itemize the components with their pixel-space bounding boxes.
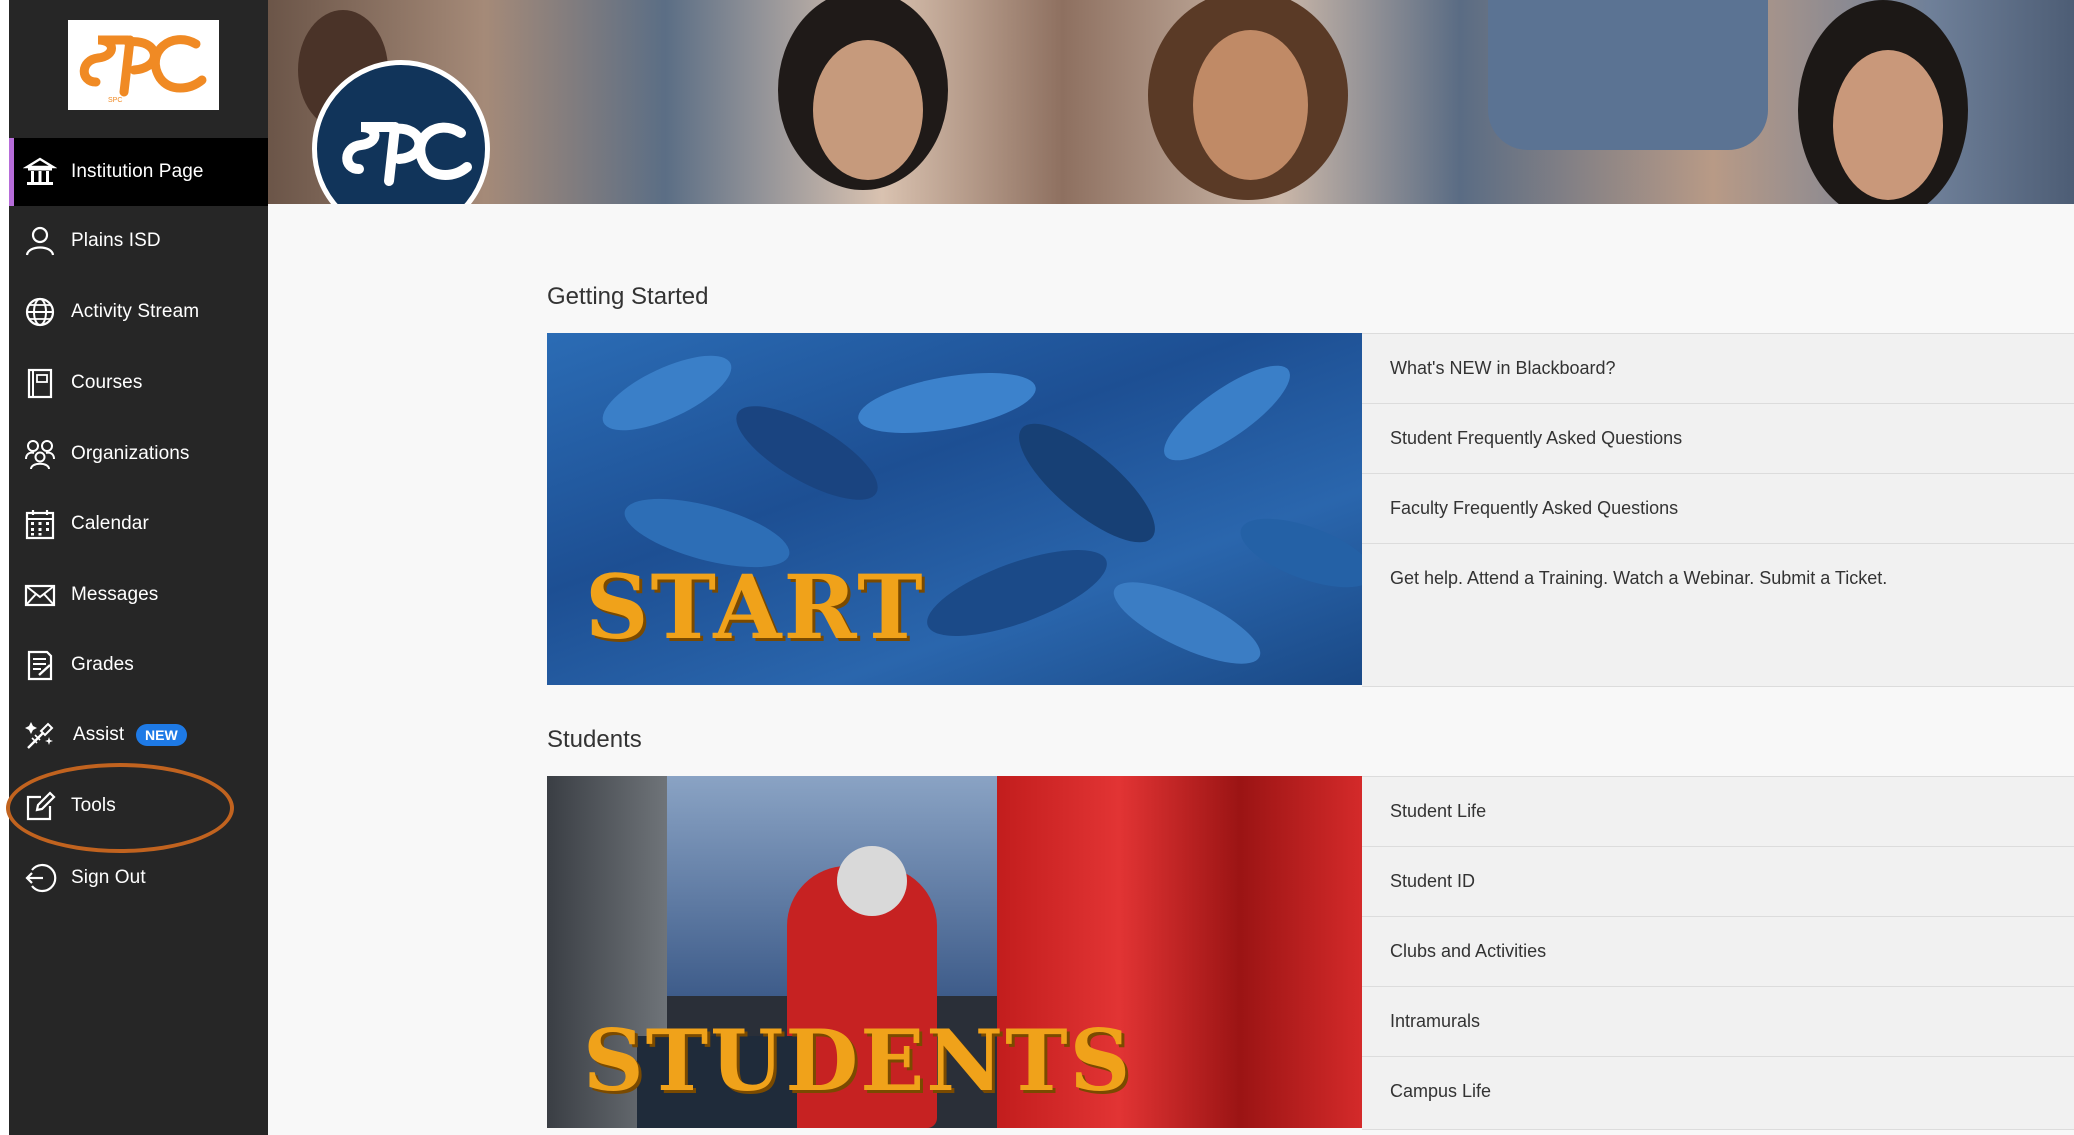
sidebar-item-label: Plains ISD: [71, 230, 161, 251]
sidebar-item-label: Tools: [71, 795, 116, 816]
sidebar-item-label: Calendar: [71, 513, 149, 534]
sidebar-item-grades[interactable]: Grades: [9, 631, 268, 699]
link-student-life[interactable]: Student Life: [1362, 777, 2074, 847]
photo-person: [1833, 50, 1943, 200]
link-campus-life[interactable]: Campus Life: [1362, 1057, 2074, 1126]
sidebar-item-label: Institution Page: [71, 161, 204, 182]
sidebar-item-messages[interactable]: Messages: [9, 561, 268, 629]
main-content: Getting Started START What's NEW in Blac…: [268, 204, 2074, 1135]
photo-background: [1488, 0, 1768, 150]
sidebar-item-assist[interactable]: Assist NEW: [9, 701, 268, 769]
sidebar: SPC Institution Page Plains ISD Activity…: [9, 0, 268, 1135]
new-badge: NEW: [136, 724, 187, 746]
user-icon: [23, 224, 57, 258]
sidebar-item-label: Assist: [73, 724, 125, 745]
spc-logo-mark: SPC: [73, 25, 214, 105]
sidebar-item-activity-stream[interactable]: Activity Stream: [9, 278, 268, 346]
students-image[interactable]: STUDENTS: [547, 776, 1362, 1128]
sidebar-item-tools[interactable]: Tools: [9, 772, 268, 840]
link-clubs-activities[interactable]: Clubs and Activities: [1362, 917, 2074, 987]
hero-banner: [268, 0, 2074, 204]
photo-welder-helmet: [837, 846, 907, 916]
link-student-faq[interactable]: Student Frequently Asked Questions: [1362, 404, 2074, 474]
link-whats-new[interactable]: What's NEW in Blackboard?: [1362, 334, 2074, 404]
sidebar-item-organizations[interactable]: Organizations: [9, 420, 268, 488]
getting-started-links: What's NEW in Blackboard? Student Freque…: [1362, 333, 2074, 687]
sidebar-item-label: Messages: [71, 584, 159, 605]
sidebar-item-label: Activity Stream: [71, 301, 200, 322]
getting-started-image[interactable]: START: [547, 333, 1362, 685]
sidebar-item-sign-out[interactable]: Sign Out: [9, 844, 268, 912]
page-edge: [0, 0, 9, 1135]
book-icon: [23, 366, 57, 400]
sidebar-item-courses[interactable]: Courses: [9, 349, 268, 417]
link-get-help[interactable]: Get help. Attend a Training. Watch a Web…: [1362, 544, 2074, 613]
photo-person: [813, 40, 923, 180]
sign-out-icon: [23, 861, 57, 895]
envelope-icon: [23, 578, 57, 612]
sidebar-item-plains-isd[interactable]: Plains ISD: [9, 207, 268, 275]
assist-icon: [23, 718, 57, 752]
section-title-students: Students: [547, 726, 642, 753]
sidebar-item-label: Sign Out: [71, 867, 146, 888]
grades-icon: [23, 648, 57, 682]
sidebar-item-label: Organizations: [71, 443, 190, 464]
students-links: Student Life Student ID Clubs and Activi…: [1362, 776, 2074, 1130]
students-word: STUDENTS: [583, 1011, 1133, 1110]
sidebar-item-label: Courses: [71, 372, 143, 393]
link-student-id[interactable]: Student ID: [1362, 847, 2074, 917]
institution-icon: [23, 155, 57, 189]
calendar-icon: [23, 507, 57, 541]
globe-icon: [23, 295, 57, 329]
sidebar-item-label: Grades: [71, 654, 134, 675]
link-faculty-faq[interactable]: Faculty Frequently Asked Questions: [1362, 474, 2074, 544]
tools-icon: [23, 789, 57, 823]
sidebar-item-institution-page[interactable]: Institution Page: [9, 138, 268, 206]
spc-logo[interactable]: SPC: [68, 20, 219, 110]
section-title-getting-started: Getting Started: [547, 283, 709, 310]
sidebar-item-calendar[interactable]: Calendar: [9, 490, 268, 558]
start-word: START: [585, 555, 925, 659]
photo-person: [1193, 30, 1308, 180]
organizations-icon: [23, 437, 57, 471]
logo-text: SPC: [108, 97, 122, 104]
link-intramurals[interactable]: Intramurals: [1362, 987, 2074, 1057]
